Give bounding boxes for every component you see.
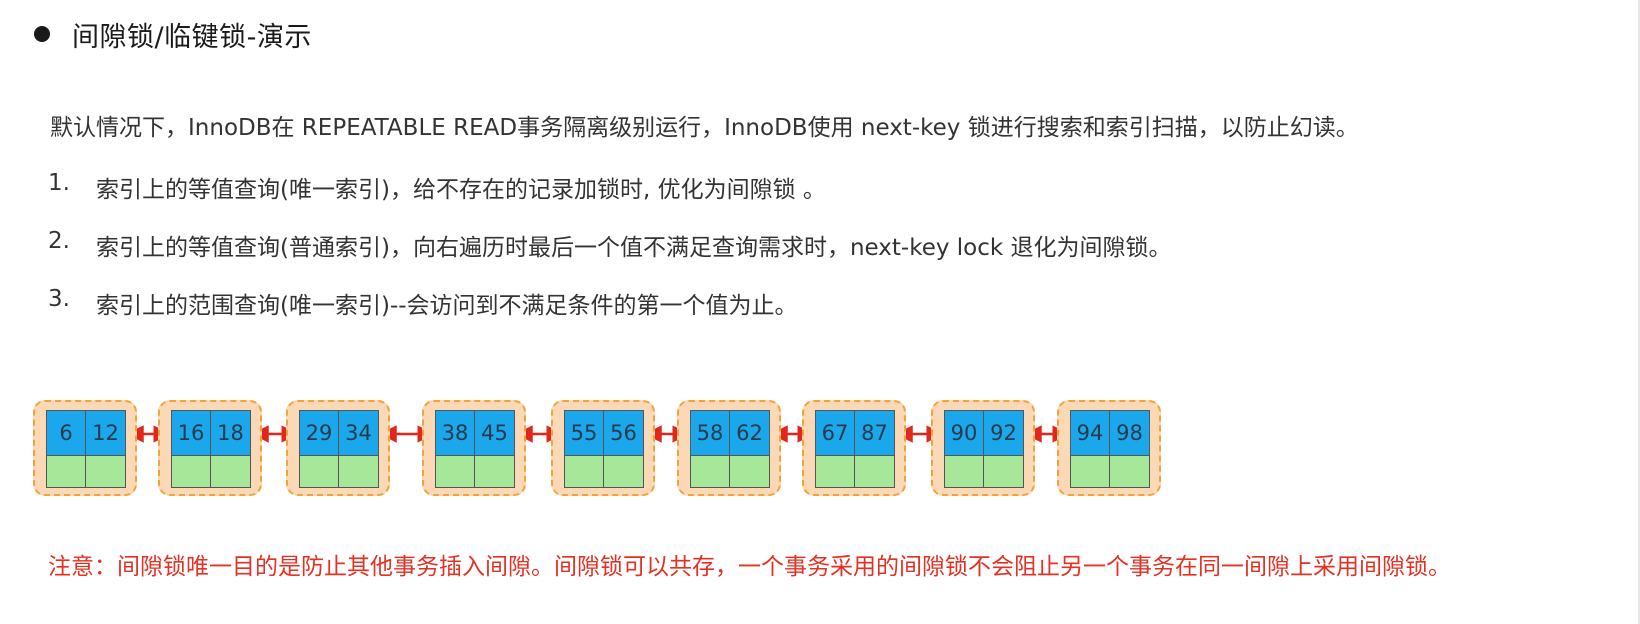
node-key: 62 (730, 411, 769, 456)
index-node: 6 12 (33, 400, 137, 496)
node-cells: 38 45 (435, 410, 515, 488)
node-key: 16 (172, 411, 211, 456)
node-value-cell (47, 456, 86, 487)
node-cells: 90 92 (944, 410, 1024, 488)
node-value-cell (565, 456, 604, 487)
rule-item-1: 1. 索引上的等值查询(唯一索引)，给不存在的记录加锁时, 优化为间隙锁 。 (48, 170, 826, 204)
rule-item-3: 3. 索引上的范围查询(唯一索引)--会访问到不满足条件的第一个值为止。 (48, 286, 798, 320)
node-value-cell (436, 456, 475, 487)
index-node: 90 92 (931, 400, 1035, 496)
node-cells: 55 56 (564, 410, 644, 488)
page-title: 间隙锁/临键锁-演示 (72, 21, 312, 53)
node-value-cell (1071, 456, 1110, 487)
node-key: 12 (86, 411, 125, 456)
rule-text: 索引上的等值查询(普通索引)，向右遍历时最后一个值不满足查询需求时，next-k… (96, 235, 1172, 261)
index-node: 38 45 (422, 400, 526, 496)
rule-number: 1. (48, 170, 70, 196)
node-key: 34 (339, 411, 378, 456)
node-key: 45 (475, 411, 514, 456)
node-value-cell (816, 456, 855, 487)
index-leaf-diagram: 6 12 16 18 29 34 38 45 55 56 58 62 67 87… (0, 380, 1640, 510)
rule-text: 索引上的范围查询(唯一索引)--会访问到不满足条件的第一个值为止。 (96, 293, 798, 319)
node-key: 18 (211, 411, 250, 456)
node-key: 94 (1071, 411, 1110, 456)
intro-paragraph: 默认情况下，InnoDB在 REPEATABLE READ事务隔离级别运行，In… (50, 115, 1359, 141)
node-value-cell (211, 456, 250, 487)
bullet-icon (34, 26, 50, 42)
index-node: 58 62 (677, 400, 781, 496)
heading: 间隙锁/临键锁-演示 (34, 14, 312, 54)
node-key: 87 (855, 411, 894, 456)
index-node: 67 87 (802, 400, 906, 496)
node-key: 90 (945, 411, 984, 456)
rule-item-2: 2. 索引上的等值查询(普通索引)，向右遍历时最后一个值不满足查询需求时，nex… (48, 228, 1172, 262)
node-key: 98 (1110, 411, 1149, 456)
node-key: 6 (47, 411, 86, 456)
node-cells: 16 18 (171, 410, 251, 488)
rule-number: 2. (48, 228, 70, 254)
note-warning: 注意：间隙锁唯一目的是防止其他事务插入间隙。间隙锁可以共存，一个事务采用的间隙锁… (48, 554, 1451, 580)
node-cells: 94 98 (1070, 410, 1150, 488)
node-value-cell (945, 456, 984, 487)
node-cells: 58 62 (690, 410, 770, 488)
node-value-cell (475, 456, 514, 487)
index-node: 16 18 (158, 400, 262, 496)
node-value-cell (604, 456, 643, 487)
node-key: 56 (604, 411, 643, 456)
node-value-cell (855, 456, 894, 487)
node-value-cell (300, 456, 339, 487)
node-key: 58 (691, 411, 730, 456)
index-node: 94 98 (1057, 400, 1161, 496)
node-key: 67 (816, 411, 855, 456)
node-cells: 29 34 (299, 410, 379, 488)
index-node: 29 34 (286, 400, 390, 496)
rule-text: 索引上的等值查询(唯一索引)，给不存在的记录加锁时, 优化为间隙锁 。 (96, 177, 826, 203)
node-cells: 6 12 (46, 410, 126, 488)
node-value-cell (730, 456, 769, 487)
index-node: 55 56 (551, 400, 655, 496)
node-cells: 67 87 (815, 410, 895, 488)
node-value-cell (86, 456, 125, 487)
node-value-cell (339, 456, 378, 487)
node-key: 55 (565, 411, 604, 456)
node-key: 38 (436, 411, 475, 456)
node-value-cell (1110, 456, 1149, 487)
node-key: 29 (300, 411, 339, 456)
node-value-cell (172, 456, 211, 487)
rule-number: 3. (48, 286, 70, 312)
node-value-cell (691, 456, 730, 487)
node-value-cell (984, 456, 1023, 487)
node-key: 92 (984, 411, 1023, 456)
